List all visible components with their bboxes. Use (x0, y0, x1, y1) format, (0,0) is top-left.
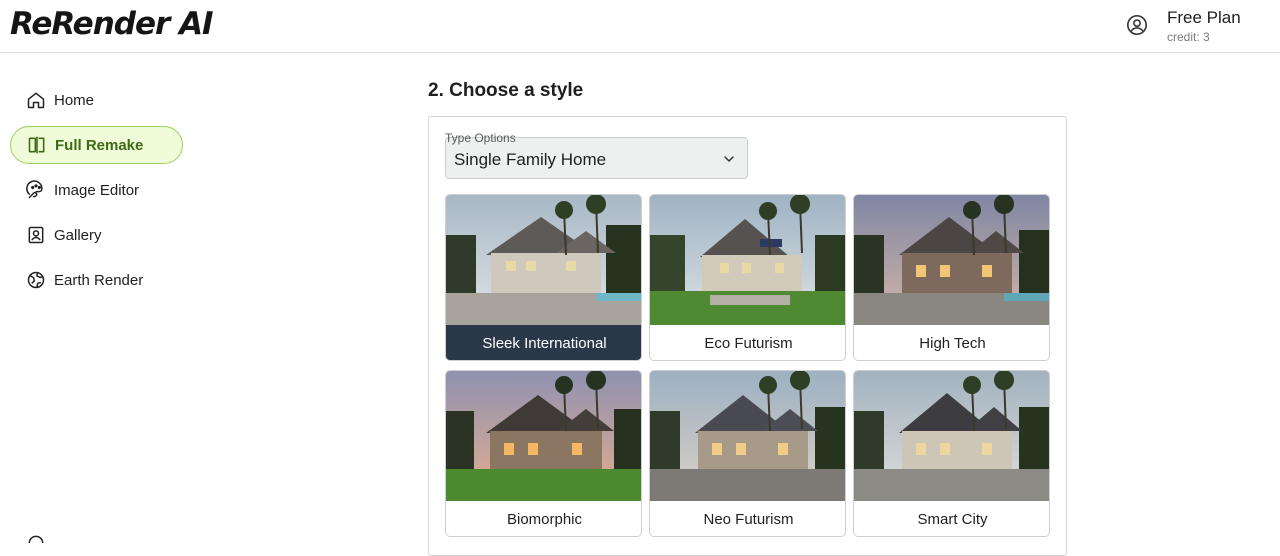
sidebar-item-full-remake[interactable]: Full Remake (10, 126, 183, 164)
sidebar-item-label: Full Remake (55, 136, 144, 154)
style-thumbnail (446, 195, 641, 325)
style-card-label: High Tech (919, 335, 986, 352)
plan-name[interactable]: Free Plan (1167, 8, 1241, 28)
style-card-label: Neo Futurism (703, 511, 794, 528)
sidebar-item-gallery[interactable]: Gallery (10, 216, 183, 254)
globe-icon (26, 270, 46, 290)
partial-nav-icon[interactable] (26, 533, 46, 553)
user-account-icon[interactable] (1126, 14, 1148, 36)
gallery-icon (26, 225, 46, 245)
full-remake-icon (27, 135, 47, 155)
style-thumbnail (446, 371, 641, 501)
sidebar-item-image-editor[interactable]: Image Editor (10, 171, 183, 209)
style-card-label: Sleek International (446, 325, 641, 360)
section-title: 2. Choose a style (428, 80, 584, 101)
style-card-label: Biomorphic (506, 511, 583, 528)
sidebar-item-earth-render[interactable]: Earth Render (10, 261, 183, 299)
style-card-smart-city[interactable]: Smart City (853, 370, 1050, 537)
credit-count: credit: 3 (1167, 30, 1210, 44)
sidebar: Home Full Remake Image Editor Gallery Ea… (0, 53, 200, 544)
style-card-biomorphic[interactable]: Biomorphic (445, 370, 642, 537)
sidebar-item-label: Home (54, 91, 95, 109)
type-options-value: Single Family Home (454, 150, 607, 169)
chevron-down-icon (724, 156, 734, 162)
style-panel: Single Family Home Type Options Sleek In… (428, 116, 1067, 556)
style-thumbnail (650, 371, 845, 501)
image-editor-icon (26, 180, 46, 200)
sidebar-item-home[interactable]: Home (10, 81, 183, 119)
style-card-label: Smart City (917, 511, 988, 528)
type-options-label: Type Options (445, 131, 516, 145)
style-card-high-tech[interactable]: High Tech (853, 194, 1050, 361)
style-card-eco-futurism[interactable]: Eco Futurism (649, 194, 846, 361)
style-card-label: Eco Futurism (704, 335, 793, 352)
style-thumbnail (650, 195, 845, 325)
sidebar-item-label: Gallery (54, 226, 102, 244)
sidebar-item-label: Earth Render (54, 271, 144, 289)
style-card-sleek-international[interactable]: Sleek International (445, 194, 642, 361)
style-thumbnail (854, 195, 1049, 325)
style-card-neo-futurism[interactable]: Neo Futurism (649, 370, 846, 537)
home-icon (26, 90, 46, 110)
top-bar: ReRender AI Free Plan credit: 3 (0, 0, 1280, 53)
style-thumbnail (854, 371, 1049, 501)
sidebar-item-label: Image Editor (54, 181, 140, 199)
app-logo[interactable]: ReRender AI (10, 6, 214, 42)
